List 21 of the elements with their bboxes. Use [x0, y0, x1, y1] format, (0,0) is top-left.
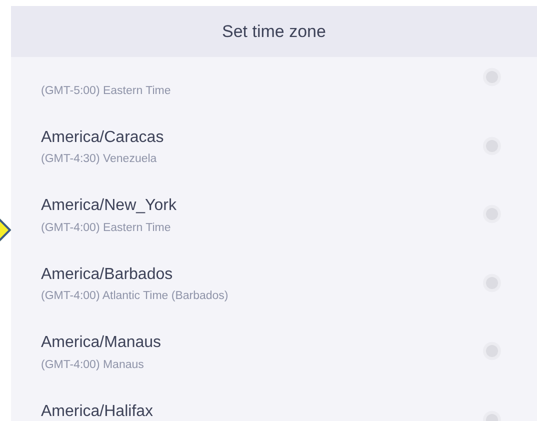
time-zone-row[interactable]: America/Barbados (GMT-4:00) Atlantic Time (Barbados): [11, 248, 537, 317]
time-zone-name: America/Manaus: [41, 333, 162, 354]
time-zone-name: America/New_York: [41, 196, 176, 216]
time-zone-row[interactable]: America/Halifax: [11, 386, 537, 421]
time-zone-name: America/Barbados: [41, 264, 173, 285]
radio-button[interactable]: [483, 205, 501, 224]
radio-button[interactable]: [483, 136, 501, 155]
time-zone-row[interactable]: America/Manaus (GMT-4:00) Manaus: [11, 317, 537, 386]
time-zone-row[interactable]: America/Caracas (GMT-4:30) Venezuela: [11, 112, 537, 180]
time-zone-row[interactable]: America/New_York (GMT-4:00) Eastern Time: [11, 180, 537, 248]
time-zone-name: America/Halifax: [41, 402, 154, 421]
radio-button[interactable]: [483, 68, 501, 86]
dialog-title: Set time zone: [222, 20, 326, 43]
time-zone-offset: (GMT-4:30) Venezuela: [41, 152, 157, 168]
time-zone-offset: (GMT-5:00) Eastern Time: [41, 84, 171, 99]
time-zone-offset: (GMT-4:00) Manaus: [41, 358, 144, 373]
time-zone-offset: (GMT-4:00) Eastern Time: [41, 220, 171, 236]
radio-button[interactable]: [483, 342, 501, 360]
radio-button[interactable]: [483, 274, 501, 292]
time-zone-offset: (GMT-4:00) Atlantic Time (Barbados): [41, 289, 228, 304]
time-zone-name: America/Caracas: [41, 128, 164, 148]
